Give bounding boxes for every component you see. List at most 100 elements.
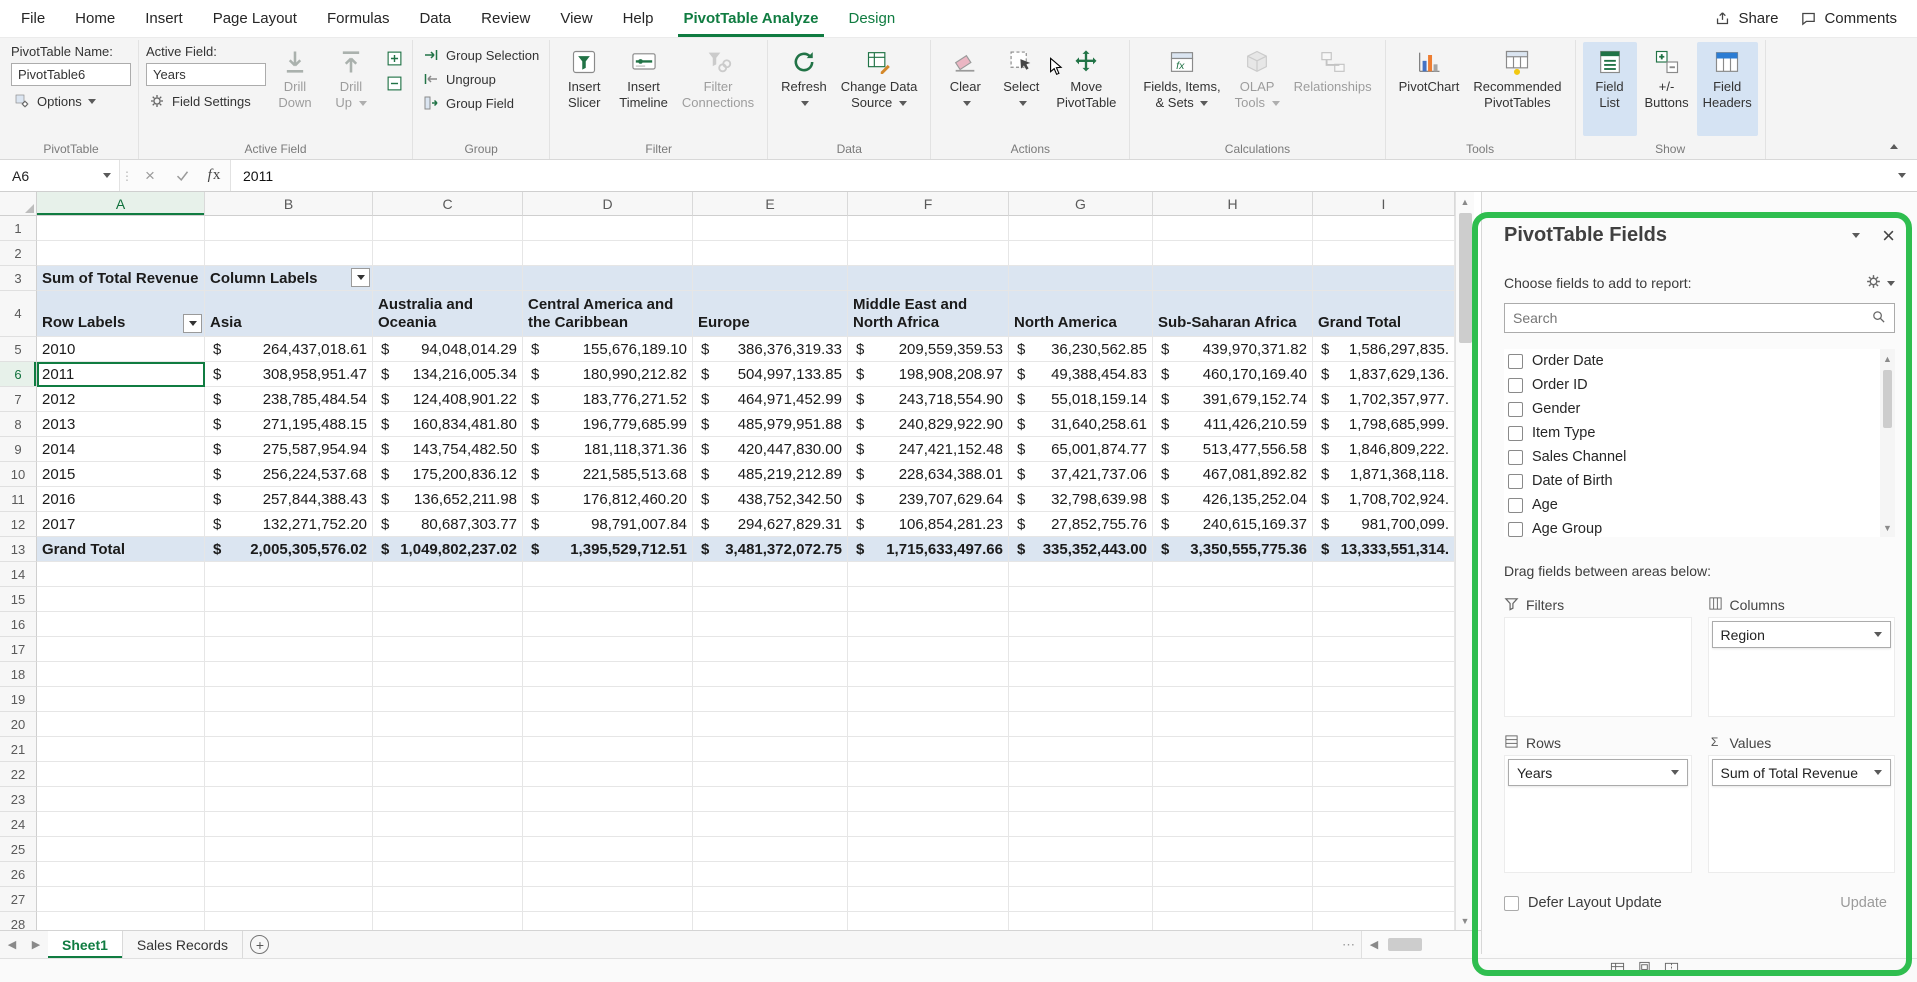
field-item-sales-channel[interactable]: Sales Channel xyxy=(1504,445,1880,469)
tab-formulas[interactable]: Formulas xyxy=(312,0,405,37)
cell-G27[interactable] xyxy=(1009,887,1153,912)
column-header-D[interactable]: D xyxy=(523,192,693,216)
row-header-22[interactable]: 22 xyxy=(0,762,37,787)
cell-G26[interactable] xyxy=(1009,862,1153,887)
cell-A24[interactable] xyxy=(37,812,205,837)
cell-H12[interactable]: $240,615,169.37 xyxy=(1153,512,1313,537)
cell-C6[interactable]: $134,216,005.34 xyxy=(373,362,523,387)
cell-D22[interactable] xyxy=(523,762,693,787)
cell-A1[interactable] xyxy=(37,216,205,241)
select-button[interactable]: Select xyxy=(994,42,1048,136)
cell-C4[interactable]: Australia and Oceania xyxy=(373,291,523,337)
cell-B14[interactable] xyxy=(205,562,373,587)
cell-D19[interactable] xyxy=(523,687,693,712)
cell-B22[interactable] xyxy=(205,762,373,787)
cell-C27[interactable] xyxy=(373,887,523,912)
scroll-left-icon[interactable]: ◀ xyxy=(1362,938,1386,951)
column-header-G[interactable]: G xyxy=(1009,192,1153,216)
cell-E28[interactable] xyxy=(693,912,848,930)
row-header-13[interactable]: 13 xyxy=(0,537,37,562)
cell-G4[interactable]: North America xyxy=(1009,291,1153,337)
page-layout-view-icon[interactable] xyxy=(1637,961,1652,981)
cell-G23[interactable] xyxy=(1009,787,1153,812)
cell-C26[interactable] xyxy=(373,862,523,887)
cell-F6[interactable]: $198,908,208.97 xyxy=(848,362,1009,387)
cell-E23[interactable] xyxy=(693,787,848,812)
cell-A26[interactable] xyxy=(37,862,205,887)
cell-F7[interactable]: $243,718,554.90 xyxy=(848,387,1009,412)
cell-E25[interactable] xyxy=(693,837,848,862)
cell-H24[interactable] xyxy=(1153,812,1313,837)
row-header-24[interactable]: 24 xyxy=(0,812,37,837)
horizontal-scrollbar-thumb[interactable] xyxy=(1388,938,1422,951)
cell-G13[interactable]: $335,352,443.00 xyxy=(1009,537,1153,562)
cell-I14[interactable] xyxy=(1313,562,1455,587)
change-data-source-button[interactable]: Change DataSource xyxy=(835,42,924,136)
defer-layout-update-checkbox[interactable] xyxy=(1504,896,1519,911)
cell-E15[interactable] xyxy=(693,587,848,612)
cell-G8[interactable]: $31,640,258.61 xyxy=(1009,412,1153,437)
scroll-down-icon[interactable]: ▼ xyxy=(1456,911,1474,930)
group-selection-button[interactable]: Group Selection xyxy=(420,44,542,66)
cell-C10[interactable]: $175,200,836.12 xyxy=(373,462,523,487)
row-header-15[interactable]: 15 xyxy=(0,587,37,612)
cell-F28[interactable] xyxy=(848,912,1009,930)
cell-H3[interactable] xyxy=(1153,266,1313,291)
cell-F12[interactable]: $106,854,281.23 xyxy=(848,512,1009,537)
collapse-field-button[interactable] xyxy=(384,73,405,94)
vertical-scrollbar-thumb[interactable] xyxy=(1459,213,1472,343)
column-header-I[interactable]: I xyxy=(1313,192,1455,216)
cell-C20[interactable] xyxy=(373,712,523,737)
cell-D5[interactable]: $155,676,189.10 xyxy=(523,337,693,362)
ungroup-button[interactable]: Ungroup xyxy=(420,68,542,90)
cell-F13[interactable]: $1,715,633,497.66 xyxy=(848,537,1009,562)
cell-I8[interactable]: $1,798,685,999. xyxy=(1313,412,1455,437)
normal-view-icon[interactable] xyxy=(1610,961,1625,981)
field-headers-toggle[interactable]: FieldHeaders xyxy=(1697,42,1758,136)
tab-home[interactable]: Home xyxy=(60,0,130,37)
cell-A15[interactable] xyxy=(37,587,205,612)
cell-D25[interactable] xyxy=(523,837,693,862)
cell-A18[interactable] xyxy=(37,662,205,687)
cell-I7[interactable]: $1,702,357,977. xyxy=(1313,387,1455,412)
cell-A17[interactable] xyxy=(37,637,205,662)
row-header-9[interactable]: 9 xyxy=(0,437,37,462)
cell-D1[interactable] xyxy=(523,216,693,241)
cell-H21[interactable] xyxy=(1153,737,1313,762)
cell-E18[interactable] xyxy=(693,662,848,687)
filter-dropdown-button[interactable] xyxy=(351,268,370,287)
cell-E24[interactable] xyxy=(693,812,848,837)
cell-F8[interactable]: $240,829,922.90 xyxy=(848,412,1009,437)
cell-G6[interactable]: $49,388,454.83 xyxy=(1009,362,1153,387)
column-header-H[interactable]: H xyxy=(1153,192,1313,216)
cell-A16[interactable] xyxy=(37,612,205,637)
row-header-17[interactable]: 17 xyxy=(0,637,37,662)
field-checkbox[interactable] xyxy=(1508,498,1523,513)
cell-E5[interactable]: $386,376,319.33 xyxy=(693,337,848,362)
cell-C1[interactable] xyxy=(373,216,523,241)
cell-B28[interactable] xyxy=(205,912,373,930)
cell-B17[interactable] xyxy=(205,637,373,662)
insert-slicer-button[interactable]: InsertSlicer xyxy=(557,42,611,136)
cell-H15[interactable] xyxy=(1153,587,1313,612)
cell-H20[interactable] xyxy=(1153,712,1313,737)
cell-C8[interactable]: $160,834,481.80 xyxy=(373,412,523,437)
cell-B8[interactable]: $271,195,488.15 xyxy=(205,412,373,437)
cell-D18[interactable] xyxy=(523,662,693,687)
cell-E8[interactable]: $485,979,951.88 xyxy=(693,412,848,437)
cell-C14[interactable] xyxy=(373,562,523,587)
cell-D27[interactable] xyxy=(523,887,693,912)
cell-E1[interactable] xyxy=(693,216,848,241)
cell-B7[interactable]: $238,785,484.54 xyxy=(205,387,373,412)
cell-H28[interactable] xyxy=(1153,912,1313,930)
cell-E9[interactable]: $420,447,830.00 xyxy=(693,437,848,462)
name-box[interactable]: A6 xyxy=(0,160,120,191)
cell-I9[interactable]: $1,846,809,222. xyxy=(1313,437,1455,462)
cell-F20[interactable] xyxy=(848,712,1009,737)
cell-B9[interactable]: $275,587,954.94 xyxy=(205,437,373,462)
cell-F17[interactable] xyxy=(848,637,1009,662)
cell-D8[interactable]: $196,779,685.99 xyxy=(523,412,693,437)
cell-G5[interactable]: $36,230,562.85 xyxy=(1009,337,1153,362)
cell-C18[interactable] xyxy=(373,662,523,687)
cell-H6[interactable]: $460,170,169.40 xyxy=(1153,362,1313,387)
